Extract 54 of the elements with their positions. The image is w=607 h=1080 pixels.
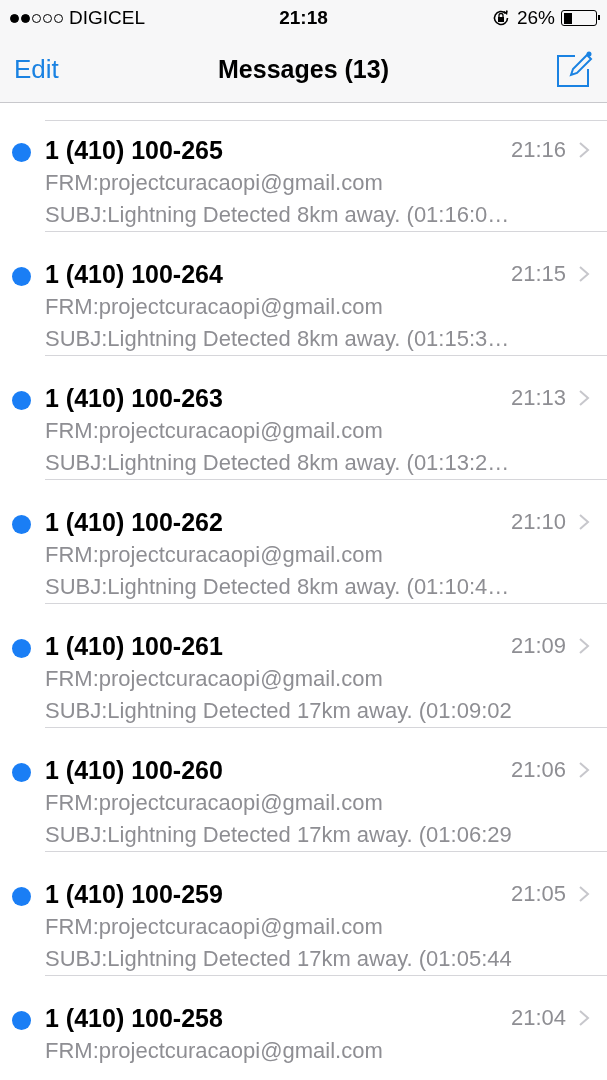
message-row[interactable]: 1 (410) 100-261 21:09 FRM:projectcuracaopi@gmail.com SUBJ:Lightning Detected 17km away. (01:09:02 bbox=[0, 617, 607, 741]
battery-percent: 26% bbox=[516, 7, 555, 29]
status-time: 21:18 bbox=[279, 7, 328, 29]
sender-name: 1 (410) 100-261 bbox=[45, 631, 224, 661]
message-subject: SUBJ:Lightning Detected 17km away. (01:05:44 bbox=[45, 946, 512, 971]
message-time: 21:06 bbox=[510, 757, 566, 783]
message-time: 21:15 bbox=[510, 261, 566, 287]
sender-email: FRM:projectcuracaopi@gmail.com bbox=[45, 914, 383, 939]
chevron-icon bbox=[578, 1009, 590, 1027]
sender-name: 1 (410) 100-263 bbox=[45, 383, 224, 413]
sender-name: 1 (410) 100-262 bbox=[45, 507, 224, 537]
message-time: 21:13 bbox=[510, 385, 566, 411]
message-row[interactable]: 1 (410) 100-260 21:06 FRM:projectcuracaopi@gmail.com SUBJ:Lightning Detected 17km away. (01:06:29 bbox=[0, 741, 607, 865]
sender-name: 1 (410) 100-260 bbox=[45, 755, 224, 785]
chevron-icon bbox=[578, 761, 590, 779]
message-subject: SUBJ:Lightning Detected 17km away. (01:06:29 bbox=[45, 822, 512, 847]
chevron-icon bbox=[578, 637, 590, 655]
message-subject: SUBJ:Lightning Detected 17km away. (01:09:02 bbox=[45, 698, 512, 723]
sender-name: 1 (410) 100-258 bbox=[45, 1003, 224, 1033]
sender-email: FRM:projectcuracaopi@gmail.com bbox=[45, 542, 383, 567]
chevron-icon bbox=[578, 265, 590, 283]
battery-icon bbox=[561, 10, 597, 26]
chevron-icon bbox=[578, 513, 590, 531]
sender-email: FRM:projectcuracaopi@gmail.com bbox=[45, 418, 383, 443]
message-time: 21:04 bbox=[510, 1005, 566, 1031]
sender-name: 1 (410) 100-259 bbox=[45, 879, 224, 909]
sender-name: 1 (410) 100-264 bbox=[45, 259, 224, 289]
message-time: 21:05 bbox=[510, 881, 566, 907]
edit-button[interactable]: Edit bbox=[14, 53, 59, 85]
sender-email: FRM:projectcuracaopi@gmail.com bbox=[45, 170, 383, 195]
carrier-name: DIGICEL bbox=[69, 7, 146, 28]
message-time: 21:09 bbox=[510, 633, 566, 659]
message-row[interactable]: 1 (410) 100-264 21:15 FRM:projectcuracaopi@gmail.com SUBJ:Lightning Detected 8km away. (01:15:3… bbox=[0, 245, 607, 369]
sender-email: FRM:projectcuracaopi@gmail.com bbox=[45, 1038, 383, 1063]
chevron-icon bbox=[578, 141, 590, 159]
sender-name: 1 (410) 100-265 bbox=[45, 135, 224, 165]
message-row[interactable]: 1 (410) 100-265 21:16 FRM:projectcuracaopi@gmail.com SUBJ:Lightning Detected 8km away. (01:16:0… bbox=[0, 121, 607, 245]
message-subject: SUBJ:Lightning Detected 8km away. (01:15:3… bbox=[45, 326, 510, 351]
screen-title: Messages (13) bbox=[218, 54, 389, 84]
message-subject: SUBJ:Lightning Detected 8km away. (01:13:2… bbox=[45, 450, 510, 475]
chevron-icon bbox=[578, 885, 590, 903]
compose-icon[interactable] bbox=[555, 50, 593, 88]
message-time: 21:16 bbox=[510, 137, 566, 163]
message-time: 21:10 bbox=[510, 509, 566, 535]
chevron-icon bbox=[578, 389, 590, 407]
sender-email: FRM:projectcuracaopi@gmail.com bbox=[45, 294, 383, 319]
message-row[interactable]: 1 (410) 100-259 21:05 FRM:projectcuracaopi@gmail.com SUBJ:Lightning Detected 17km away. (01:05:44 bbox=[0, 865, 607, 989]
message-subject: SUBJ:Lightning Detected 8km away. (01:10:4… bbox=[45, 574, 510, 599]
sender-email: FRM:projectcuracaopi@gmail.com bbox=[45, 666, 383, 691]
message-row[interactable]: 1 (410) 100-263 21:13 FRM:projectcuracaopi@gmail.com SUBJ:Lightning Detected 8km away. (01:13:2… bbox=[0, 369, 607, 493]
message-subject: SUBJ:Lightning Detected 8km away. (01:16:0… bbox=[45, 202, 510, 227]
sender-email: FRM:projectcuracaopi@gmail.com bbox=[45, 790, 383, 815]
message-row[interactable]: 1 (410) 100-262 21:10 FRM:projectcuracaopi@gmail.com SUBJ:Lightning Detected 8km away. (01:10:4… bbox=[0, 493, 607, 617]
message-row[interactable]: 1 (410) 100-258 21:04 FRM:projectcuracaopi@gmail.com bbox=[0, 989, 607, 1080]
